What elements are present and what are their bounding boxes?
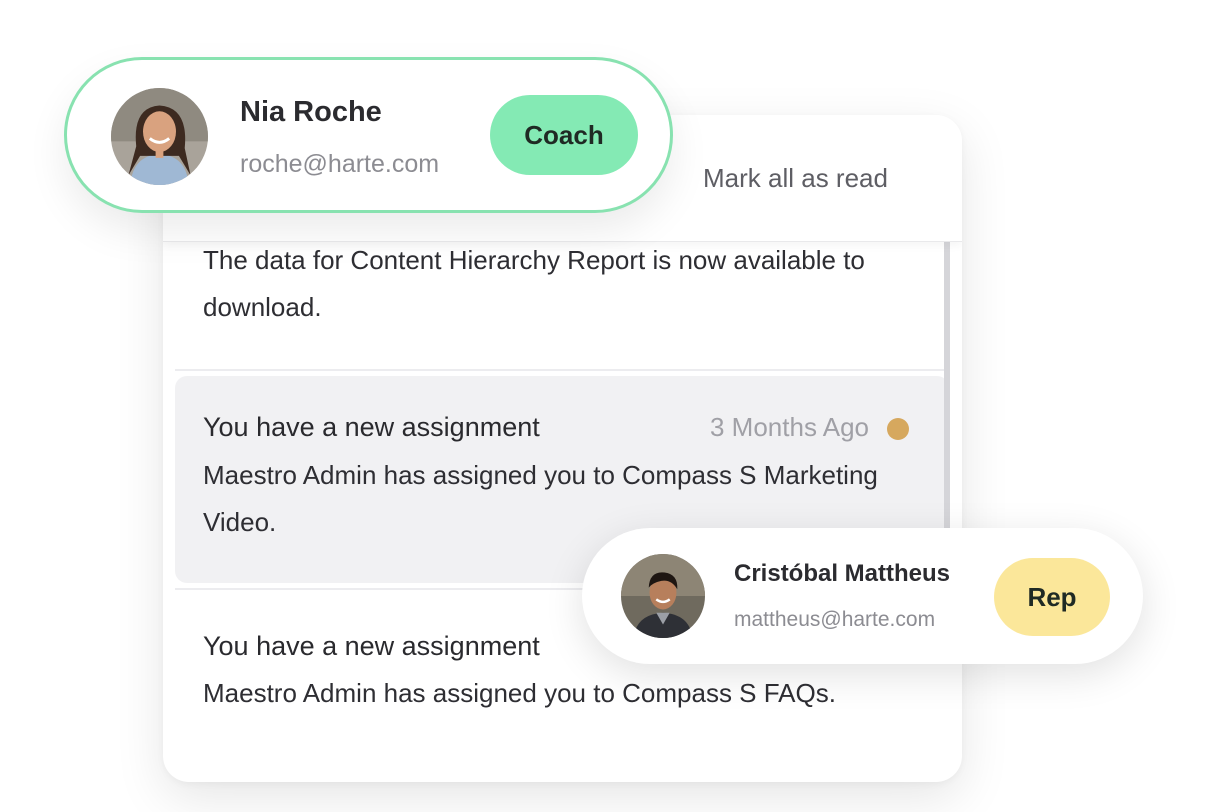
notification-body: The data for Content Hierarchy Report is… [203, 245, 865, 322]
user-email: mattheus@harte.com [734, 608, 936, 631]
avatar [111, 88, 208, 185]
user-photo-icon [111, 88, 208, 185]
notifications-panel: Mark all as read The data for Content Hi… [163, 115, 962, 782]
notification-time: 3 Months Ago [710, 412, 869, 442]
stage: Mark all as read The data for Content Hi… [0, 0, 1208, 812]
user-email: roche@harte.com [240, 150, 440, 178]
mark-all-as-read-button[interactable]: Mark all as read [703, 163, 888, 194]
user-photo-icon [621, 554, 705, 638]
avatar [621, 554, 705, 638]
notification-title: You have a new assignment [203, 412, 540, 442]
notification-divider [175, 369, 949, 371]
role-badge-rep[interactable]: Rep [994, 558, 1110, 636]
unread-dot-icon [887, 418, 909, 440]
notification-item[interactable]: The data for Content Hierarchy Report is… [175, 237, 949, 365]
coach-user-card[interactable]: Nia Roche roche@harte.com Coach [64, 57, 673, 213]
notification-title: You have a new assignment [203, 631, 540, 661]
notification-body: Maestro Admin has assigned you to Compas… [203, 678, 836, 708]
user-name: Cristóbal Mattheus [734, 560, 951, 587]
user-name: Nia Roche [240, 96, 382, 128]
role-badge-coach[interactable]: Coach [490, 95, 638, 175]
rep-user-card[interactable]: Cristóbal Mattheus mattheus@harte.com Re… [582, 528, 1143, 664]
